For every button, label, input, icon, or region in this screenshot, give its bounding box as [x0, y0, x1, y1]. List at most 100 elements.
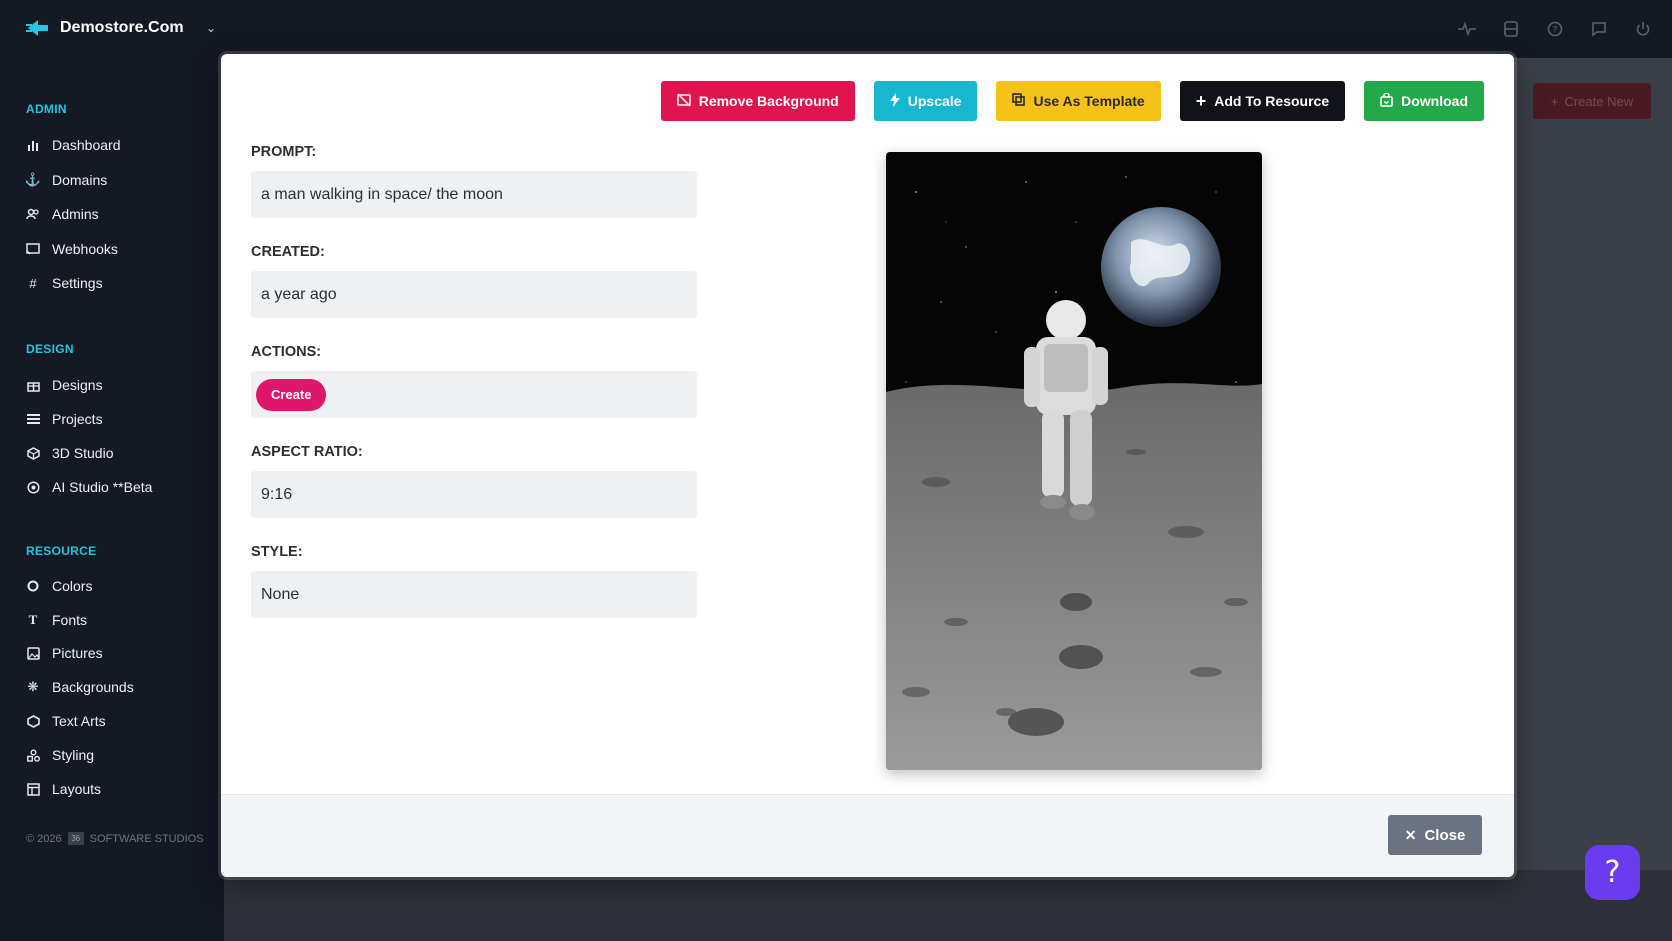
- use-as-template-label: Use As Template: [1033, 93, 1145, 109]
- sidebar-item-styling[interactable]: Styling: [26, 747, 94, 763]
- power-icon[interactable]: [1632, 18, 1654, 40]
- sidebar-item-backgrounds[interactable]: ❋ Backgrounds: [26, 679, 134, 695]
- sidebar-item-label: Webhooks: [52, 241, 118, 257]
- aspect-ratio-label: ASPECT RATIO:: [251, 444, 363, 460]
- chat-icon[interactable]: [1588, 18, 1610, 40]
- sidebar-item-label: Admins: [52, 206, 99, 222]
- company-logo: 36: [67, 832, 84, 845]
- download-button[interactable]: Download: [1364, 81, 1484, 121]
- sidebar-item-settings[interactable]: # Settings: [26, 275, 102, 291]
- sidebar-item-label: AI Studio **Beta: [52, 479, 153, 495]
- download-label: Download: [1401, 93, 1468, 109]
- sidebar: Demostore.Com ⌄ ADMIN Dashboard ⚓ Domain…: [0, 0, 224, 941]
- copyright-text: © 2026: [26, 832, 62, 845]
- sidebar-item-designs[interactable]: Designs: [26, 377, 103, 393]
- sidebar-item-text-arts[interactable]: Text Arts: [26, 713, 106, 729]
- close-label: Close: [1424, 826, 1466, 844]
- upscale-label: Upscale: [907, 93, 962, 109]
- sidebar-item-label: Backgrounds: [52, 679, 134, 695]
- sidebar-item-label: Projects: [52, 411, 103, 427]
- cast-icon: [26, 242, 40, 256]
- modal-toolbar: Remove Background Upscale Use As Templat…: [660, 81, 1484, 121]
- sidebar-item-label: 3D Studio: [52, 445, 114, 461]
- add-to-resource-label: Add To Resource: [1214, 93, 1330, 109]
- users-icon: [26, 207, 40, 221]
- cube-icon: [26, 446, 40, 460]
- generated-image: [886, 152, 1262, 770]
- sidebar-item-layouts[interactable]: Layouts: [26, 781, 101, 797]
- sidebar-item-dashboard[interactable]: Dashboard: [26, 137, 121, 153]
- remove-background-button[interactable]: Remove Background: [660, 81, 855, 121]
- modal-footer: ✕ Close: [221, 794, 1514, 877]
- close-button[interactable]: ✕ Close: [1388, 815, 1482, 855]
- plus-icon: +: [1550, 93, 1559, 109]
- box-icon: [26, 714, 40, 728]
- sidebar-item-pictures[interactable]: Pictures: [26, 645, 103, 661]
- sidebar-item-domains[interactable]: ⚓ Domains: [24, 172, 108, 188]
- section-title-admin: ADMIN: [26, 102, 67, 116]
- hash-icon: #: [29, 275, 37, 291]
- type-icon: T: [28, 612, 38, 627]
- remove-background-label: Remove Background: [698, 93, 839, 109]
- sidebar-item-admins[interactable]: Admins: [26, 206, 99, 222]
- create-button[interactable]: Create: [256, 378, 327, 411]
- brand-name: Demostore.Com: [60, 19, 184, 36]
- circle-icon: [26, 579, 40, 593]
- download-bag-icon: [1380, 91, 1393, 110]
- sidebar-item-label: Colors: [52, 578, 93, 594]
- help-chat-button[interactable]: ?: [1585, 845, 1640, 900]
- chevron-down-icon[interactable]: ⌄: [206, 21, 216, 35]
- sidebar-item-label: Styling: [52, 747, 95, 763]
- image-off-icon: [676, 92, 691, 110]
- created-value: a year ago: [251, 271, 697, 318]
- plus-icon: +: [1195, 90, 1207, 111]
- brand-logo-icon: [26, 20, 48, 36]
- copy-icon: [1012, 93, 1026, 109]
- anchor-icon: ⚓: [24, 172, 42, 187]
- use-as-template-button[interactable]: Use As Template: [996, 81, 1161, 121]
- sidebar-item-label: Designs: [52, 377, 103, 393]
- sidebar-item-3d-studio[interactable]: 3D Studio: [26, 445, 113, 461]
- section-title-resource: RESOURCE: [26, 544, 97, 558]
- upscale-button[interactable]: Upscale: [873, 81, 978, 121]
- pattern-icon: ❋: [27, 679, 39, 694]
- sidebar-item-label: Pictures: [52, 645, 103, 661]
- activity-icon[interactable]: [1456, 18, 1478, 40]
- aspect-ratio-value: 9:16: [251, 471, 697, 518]
- storage-icon[interactable]: [1500, 18, 1522, 40]
- sidebar-item-label: Text Arts: [52, 713, 106, 729]
- help-circle-icon[interactable]: ?: [1544, 18, 1566, 40]
- sidebar-item-label: Domains: [52, 172, 108, 188]
- actions-box: Create: [251, 371, 697, 418]
- add-to-resource-button[interactable]: + Add To Resource: [1179, 81, 1346, 121]
- create-new-button[interactable]: + Create New: [1533, 83, 1651, 119]
- sidebar-item-label: Fonts: [52, 612, 88, 628]
- gift-icon: [26, 378, 40, 392]
- shapes-icon: [26, 748, 40, 762]
- bar-chart-icon: [26, 138, 40, 152]
- actions-label: ACTIONS:: [251, 344, 322, 360]
- created-label: CREATED:: [251, 244, 325, 260]
- image-icon: [26, 646, 40, 660]
- topbar-icons: ?: [1456, 18, 1654, 40]
- layers-icon: [26, 412, 40, 426]
- sidebar-item-projects[interactable]: Projects: [26, 411, 103, 427]
- create-new-label: Create New: [1564, 93, 1634, 109]
- style-value: None: [251, 571, 697, 618]
- sidebar-item-webhooks[interactable]: Webhooks: [26, 241, 118, 257]
- prompt-value: a man walking in space/ the moon: [251, 171, 697, 218]
- sidebar-item-ai-studio[interactable]: AI Studio **Beta: [26, 479, 152, 495]
- sidebar-item-fonts[interactable]: T Fonts: [26, 612, 87, 628]
- brand-switcher[interactable]: Demostore.Com ⌄: [26, 18, 216, 38]
- aperture-icon: [26, 480, 40, 494]
- lightning-icon: [889, 92, 900, 110]
- section-title-design: DESIGN: [26, 342, 74, 356]
- sidebar-footer: © 2026 36 SOFTWARE STUDIOS: [26, 832, 204, 845]
- prompt-label: PROMPT:: [251, 144, 317, 160]
- style-label: STYLE:: [251, 544, 303, 560]
- sidebar-item-colors[interactable]: Colors: [26, 578, 92, 594]
- close-icon: ✕: [1404, 826, 1417, 843]
- layout-icon: [26, 782, 40, 796]
- page-backdrop-bottom: [224, 870, 1672, 941]
- image-detail-modal: Remove Background Upscale Use As Templat…: [221, 54, 1514, 877]
